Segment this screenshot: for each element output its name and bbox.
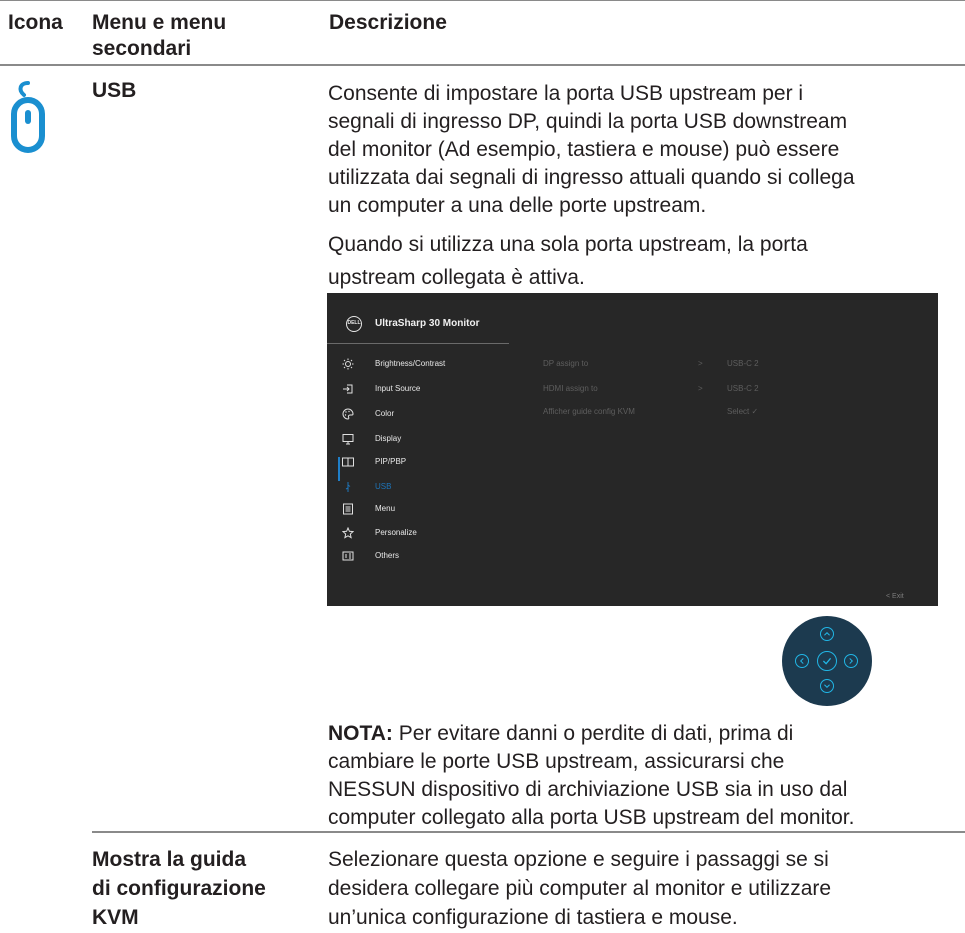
text-line: NOTA: Per evitare danni o perdite di dat…: [328, 720, 958, 748]
kvm-description: Selezionare questa opzione e seguire i p…: [328, 845, 958, 932]
text-line: computer collegato alla porta USB upstre…: [328, 806, 855, 829]
osd-item-input-source[interactable]: Input Source: [342, 383, 512, 397]
osd-setting-dp-assign[interactable]: DP assign to: [543, 359, 588, 368]
text-line: KVM: [92, 906, 139, 929]
osd-item-label: Color: [375, 409, 395, 418]
osd-item-label: Personalize: [375, 528, 417, 537]
color-palette-icon: [342, 408, 354, 420]
text-line: Mostra la guida: [92, 848, 247, 871]
osd-item-pip-pbp[interactable]: PIP/PBP: [342, 456, 512, 470]
star-icon: [342, 527, 354, 539]
check-icon[interactable]: [817, 651, 837, 671]
header-menu-line2: secondari: [92, 37, 192, 60]
osd-active-indicator: [338, 457, 340, 481]
text-line: Consente di impostare la porta USB upstr…: [328, 82, 804, 105]
text-line: Quando si utilizza una sola porta upstre…: [328, 233, 808, 256]
osd-item-display[interactable]: Display: [342, 433, 512, 447]
text-line: utilizzata dai segnali di ingresso attua…: [328, 166, 855, 189]
text-line: un computer a una delle porte upstream.: [328, 194, 707, 217]
input-source-icon: [343, 384, 353, 394]
osd-item-label: Brightness/Contrast: [375, 359, 446, 368]
chevron-right-icon: >: [698, 384, 703, 393]
osd-item-label: Menu: [375, 504, 396, 513]
osd-header: DELL UltraSharp 30 Monitor: [327, 293, 938, 336]
osd-setting-kvm-guide[interactable]: Afficher guide config KVM: [543, 407, 635, 416]
header-description-column: Descrizione: [329, 11, 447, 34]
text-line: NESSUN dispositivo di archiviazione USB …: [328, 778, 848, 801]
header-menu-line1: Menu e menu: [92, 11, 227, 34]
usb-note: NOTA: Per evitare danni o perdite di dat…: [328, 720, 958, 832]
up-arrow-icon[interactable]: [820, 627, 834, 641]
osd-title: UltraSharp 30 Monitor: [375, 318, 480, 329]
text-line: di configurazione: [92, 877, 266, 900]
osd-item-label: PIP/PBP: [375, 457, 407, 466]
text-line: un’unica configurazione di tastiera e mo…: [328, 906, 738, 929]
menu-icon: [343, 503, 353, 515]
header-menu-column: Menu e menu secondari: [92, 10, 226, 62]
brightness-icon: [342, 358, 354, 370]
usb-mouse-icon: [11, 81, 45, 153]
joystick-control: [782, 616, 872, 706]
note-label: NOTA:: [328, 722, 393, 745]
osd-item-personalize[interactable]: Personalize: [342, 527, 512, 541]
osd-exit-button[interactable]: < Exit: [886, 593, 904, 600]
usb-description-para2: Quando si utilizza una sola porta upstre…: [328, 228, 958, 294]
others-icon: [342, 551, 354, 561]
osd-menu-screenshot: DELL UltraSharp 30 Monitor Brightness/Co…: [327, 293, 938, 606]
osd-item-color[interactable]: Color: [342, 408, 512, 422]
down-arrow-icon[interactable]: [820, 679, 834, 693]
text-line: Selezionare questa opzione e seguire i p…: [328, 848, 829, 871]
osd-item-others[interactable]: Others: [342, 550, 512, 564]
osd-item-menu[interactable]: Menu: [342, 503, 512, 517]
text-line: upstream collegata è attiva.: [328, 266, 585, 289]
table-top-rule: [0, 0, 965, 1]
header-rule: [0, 64, 965, 66]
osd-setting-hdmi-assign[interactable]: HDMI assign to: [543, 384, 598, 393]
osd-item-usb[interactable]: USB: [342, 481, 512, 495]
osd-header-divider: [327, 343, 509, 344]
note-text: Per evitare danni o perdite di dati, pri…: [392, 722, 794, 745]
osd-item-brightness-contrast[interactable]: Brightness/Contrast: [342, 358, 512, 372]
dell-logo: DELL: [346, 316, 362, 332]
osd-item-label: Display: [375, 434, 402, 443]
left-arrow-icon[interactable]: [795, 654, 809, 668]
usb-description-para1: Consente di impostare la porta USB upstr…: [328, 80, 958, 220]
display-icon: [342, 434, 354, 445]
header-icon-column: Icona: [8, 11, 63, 34]
osd-item-label: USB: [375, 482, 392, 491]
osd-item-label: Others: [375, 551, 400, 560]
osd-setting-value: USB-C 2: [727, 359, 759, 368]
menu-name-kvm-guide: Mostra la guida di configurazione KVM: [92, 845, 266, 932]
usb-icon: [345, 482, 351, 492]
pip-pbp-icon: [342, 457, 354, 467]
text-line: segnali di ingresso DP, quindi la porta …: [328, 110, 848, 133]
chevron-right-icon: >: [698, 359, 703, 368]
text-line: cambiare le porte USB upstream, assicura…: [328, 750, 785, 773]
right-arrow-icon[interactable]: [844, 654, 858, 668]
text-line: desidera collegare più computer al monit…: [328, 877, 832, 900]
osd-item-label: Input Source: [375, 384, 421, 393]
osd-setting-select[interactable]: Select ✓: [727, 407, 758, 416]
menu-name-usb: USB: [92, 79, 137, 102]
text-line: del monitor (Ad esempio, tastiera e mous…: [328, 138, 840, 161]
row-divider: [92, 831, 965, 833]
osd-setting-value: USB-C 2: [727, 384, 759, 393]
